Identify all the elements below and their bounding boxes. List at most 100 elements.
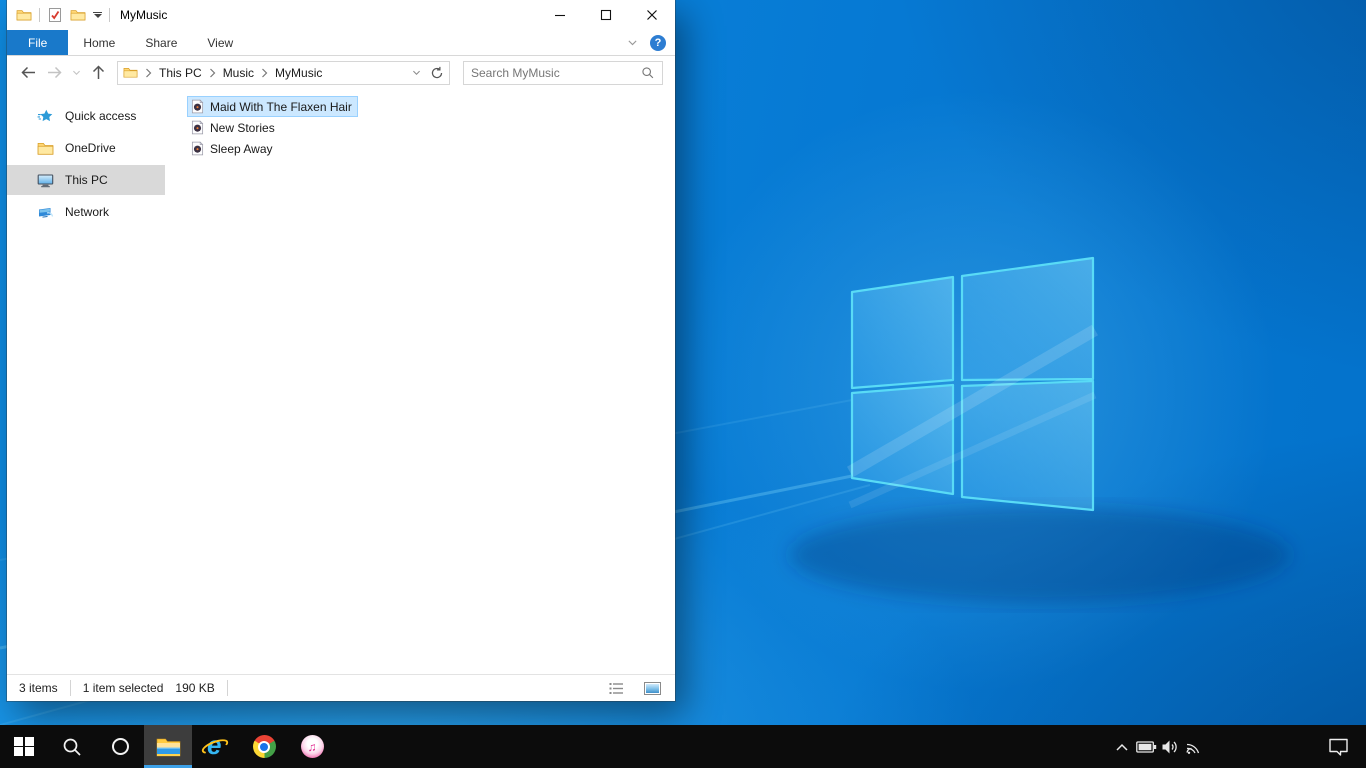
details-view-button[interactable] [605,678,627,698]
maximize-icon [600,9,612,21]
folder-icon [123,68,138,78]
thumbnails-view-icon [643,681,661,695]
breadcrumb-this-pc[interactable]: This PC [159,66,202,80]
volume-tray-button[interactable] [1158,739,1182,755]
start-button[interactable] [0,725,48,768]
breadcrumb-mymusic[interactable]: MyMusic [275,66,322,80]
internet-explorer-button[interactable]: e [192,725,240,768]
tab-file[interactable]: File [7,30,69,55]
action-center-button[interactable] [1318,736,1358,757]
breadcrumb-chevron-icon [209,68,216,77]
file-name: Sleep Away [210,141,273,156]
recent-locations-button[interactable] [67,61,85,85]
thumbnails-view-button[interactable] [641,678,663,698]
battery-tray-button[interactable] [1134,740,1158,754]
battery-icon [1135,740,1156,753]
minimize-button[interactable] [537,0,583,30]
itunes-button[interactable]: ♫ [288,725,336,768]
sidebar-item-label: This PC [65,173,108,187]
item-count: 3 items [19,681,58,695]
address-bar[interactable]: This PC Music MyMusic [117,60,450,85]
ribbon-tabs: File Home Share View ? [7,30,675,56]
maximize-button[interactable] [583,0,629,30]
tab-home[interactable]: Home [68,30,130,55]
divider [226,680,228,696]
sidebar-item-onedrive[interactable]: OneDrive [7,133,165,163]
windows-start-icon [14,736,34,757]
refresh-icon[interactable] [430,66,444,80]
internet-explorer-icon: e [199,730,231,760]
file-item[interactable]: New Stories [187,117,281,138]
help-icon[interactable]: ? [650,34,666,51]
caption-buttons [537,0,675,30]
details-view-icon [609,682,623,694]
close-icon [647,10,657,20]
forward-button[interactable] [41,61,67,85]
divider [109,8,110,22]
file-list: Maid With The Flaxen Hair New Stories Sl… [165,89,675,674]
breadcrumb-chevron-icon [262,68,268,77]
address-dropdown-chevron-icon[interactable] [411,67,422,78]
sidebar-item-label: Quick access [65,109,137,123]
ribbon-collapse-chevron-icon[interactable] [626,36,639,49]
wifi-icon [1185,743,1199,754]
file-name: Maid With The Flaxen Hair [210,99,352,114]
music-file-icon [191,99,204,114]
file-explorer-window: MyMusic File Home Share View ? This PC M… [7,0,675,701]
taskbar-file-explorer-button[interactable] [144,725,192,768]
up-button[interactable] [85,61,111,85]
divider [39,8,40,22]
selection-count: 1 item selected [82,681,164,695]
selection-size: 190 KB [175,681,215,695]
navigation-bar: This PC Music MyMusic [7,56,675,89]
system-tray [1110,725,1366,768]
itunes-icon: ♫ [300,735,324,758]
properties-check-icon[interactable] [47,7,63,23]
new-folder-icon[interactable] [70,7,86,23]
music-file-icon [191,141,204,156]
search-icon[interactable] [641,66,655,80]
onedrive-folder-icon [37,142,54,155]
tray-expand-button[interactable] [1110,742,1134,752]
music-file-icon [191,120,204,135]
taskbar: e ♫ [0,725,1366,768]
cortana-icon [111,738,129,755]
sidebar-item-label: Network [65,205,110,219]
back-button[interactable] [15,61,41,85]
taskbar-search-button[interactable] [48,725,96,768]
quick-access-toolbar [7,7,110,23]
file-explorer-icon [156,738,180,756]
network-icon [39,207,54,218]
tab-share[interactable]: Share [130,30,192,55]
wifi-tray-button[interactable] [1182,739,1206,755]
file-item[interactable]: Sleep Away [187,138,279,159]
file-name: New Stories [210,120,275,135]
sidebar-item-quick-access[interactable]: Quick access [7,101,165,131]
file-item-selected[interactable]: Maid With The Flaxen Hair [187,96,358,117]
status-bar: 3 items 1 item selected 190 KB [7,674,675,701]
navigation-pane: Quick access OneDrive This PC Network [7,89,165,674]
sidebar-item-network[interactable]: Network [7,197,165,227]
explorer-folder-icon [16,10,32,21]
qat-dropdown-icon[interactable] [93,12,102,18]
tab-view[interactable]: View [192,30,248,55]
chrome-button[interactable] [240,725,288,768]
search-box[interactable] [463,60,663,85]
minimize-icon [555,14,565,17]
sidebar-item-label: OneDrive [65,141,116,155]
forward-arrow-icon [47,66,62,79]
up-arrow-icon [92,65,104,79]
breadcrumb-chevron-icon [146,68,152,77]
close-button[interactable] [629,0,675,30]
sidebar-item-this-pc[interactable]: This PC [7,165,165,195]
search-input[interactable] [471,65,641,80]
history-chevron-icon [72,70,80,75]
window-title: MyMusic [120,8,168,22]
breadcrumb-music[interactable]: Music [223,66,254,80]
search-icon [63,738,81,756]
chevron-up-icon [1116,743,1128,751]
this-pc-icon [37,173,54,187]
cortana-button[interactable] [96,725,144,768]
titlebar: MyMusic [7,0,675,30]
volume-icon [1162,740,1177,753]
